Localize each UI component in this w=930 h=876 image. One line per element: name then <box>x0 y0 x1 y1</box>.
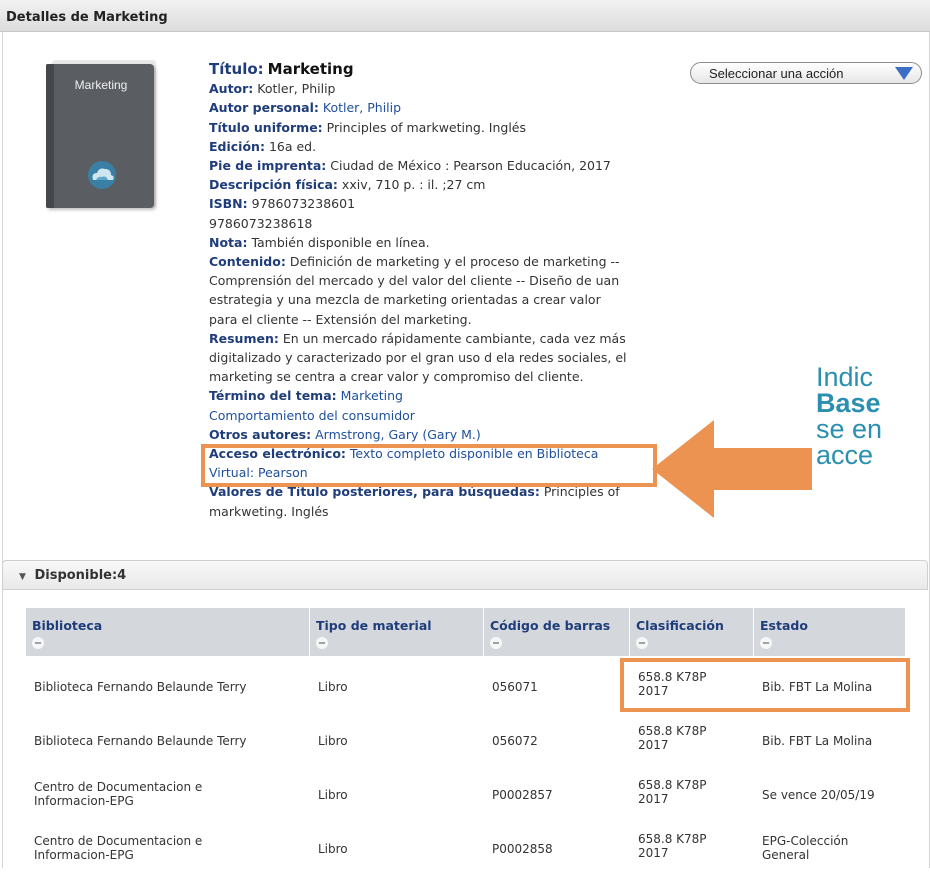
column-header-clasificacion[interactable]: Clasificación <box>630 608 754 656</box>
field-descripcion-fisica: Descripción física: xxiv, 710 p. : il. ;… <box>209 177 486 193</box>
book-cover-thumbnail: Marketing <box>46 60 160 208</box>
author-link[interactable]: Kotler, Philip <box>323 100 401 115</box>
column-header-codigo[interactable]: Código de barras <box>484 608 630 656</box>
field-resumen: Resumen: En un mercado rápidamente cambi… <box>209 330 626 346</box>
action-select-label: Seleccionar una acción <box>709 66 844 81</box>
field-autor: Autor: Kotler, Philip <box>209 81 336 97</box>
field-otros-autores: Otros autores: Armstrong, Gary (Gary M.) <box>209 426 481 442</box>
cloud-icon <box>88 161 116 189</box>
field-isbn-2: 9786073238618 <box>209 215 313 231</box>
field-contenido: Contenido: Definición de marketing y el … <box>209 254 620 270</box>
sort-icon[interactable] <box>636 637 648 649</box>
book-cover-title: Marketing <box>74 78 128 92</box>
arrow-left-icon <box>652 420 812 518</box>
annotation-text: Indic Base se en acce <box>816 364 883 468</box>
highlight-acceso-electronico <box>201 444 657 487</box>
sort-icon[interactable] <box>32 637 44 649</box>
field-autor-personal: Autor personal: Kotler, Philip <box>209 100 402 116</box>
column-header-tipo[interactable]: Tipo de material <box>310 608 484 656</box>
subject-link[interactable]: Comportamiento del consumidor <box>209 408 415 423</box>
field-valores-titulo-line: markweting. Inglés <box>209 503 329 519</box>
column-header-estado[interactable]: Estado <box>754 608 906 656</box>
field-resumen-line: marketing se centra a crear valor y comp… <box>209 369 584 385</box>
table-row: Centro de Documentacion e Informacion-EP… <box>34 778 875 808</box>
sort-icon[interactable] <box>760 637 772 649</box>
author-link[interactable]: Armstrong, Gary (Gary M.) <box>315 427 481 442</box>
field-resumen-line: digitalizado y caracterizado por el gran… <box>209 350 627 366</box>
field-termino: Término del tema: Marketing <box>209 388 403 404</box>
field-contenido-line: Comprensión del mercado y del valor del … <box>209 273 620 289</box>
sort-icon[interactable] <box>316 637 328 649</box>
field-titulo: Título: Marketing <box>209 60 354 78</box>
table-row: Biblioteca Fernando Belaunde Terry Libro… <box>34 724 873 752</box>
action-select[interactable]: Seleccionar una acción <box>690 62 922 84</box>
collapse-chevron-icon: ▼ <box>19 572 26 582</box>
field-edicion: Edición: 16a ed. <box>209 138 317 154</box>
panel-header: Detalles de Marketing <box>0 0 930 32</box>
field-contenido-line: para el cliente -- Extensión del marketi… <box>209 311 472 327</box>
column-header-biblioteca[interactable]: Biblioteca <box>26 608 310 656</box>
field-nota: Nota: También disponible en línea. <box>209 234 430 250</box>
availability-label: Disponible:4 <box>34 568 127 583</box>
field-contenido-line: estrategia y una mezcla de marketing ori… <box>209 292 601 308</box>
availability-header[interactable]: ▼ Disponible:4 <box>2 560 928 590</box>
field-titulo-uniforme: Título uniforme: Principles of markwetin… <box>209 119 527 135</box>
field-isbn: ISBN: 9786073238601 <box>209 196 356 212</box>
sort-icon[interactable] <box>490 637 502 649</box>
subject-link[interactable]: Marketing <box>341 388 403 403</box>
panel-title: Detalles de Marketing <box>6 10 168 25</box>
field-pie-imprenta: Pie de imprenta: Ciudad de México : Pear… <box>209 158 611 174</box>
chevron-down-icon <box>895 67 913 80</box>
highlight-holding <box>620 658 910 712</box>
